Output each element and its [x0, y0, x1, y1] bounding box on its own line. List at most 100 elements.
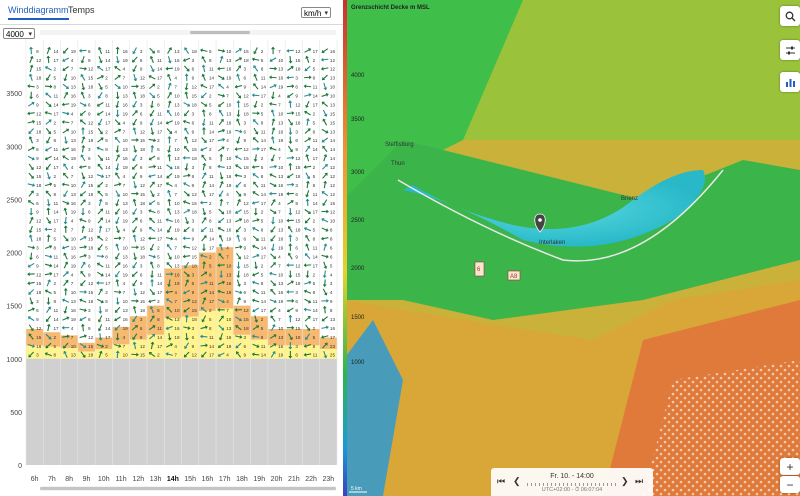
skip-forward-icon[interactable]: ⏭	[635, 476, 643, 487]
zoom-out-icon: −	[786, 477, 794, 492]
wind-arrow-icon	[44, 254, 53, 259]
settings-button[interactable]	[780, 40, 800, 60]
x-hour-label[interactable]: 15h	[184, 476, 196, 483]
wind-speed-label: 13	[71, 299, 77, 304]
wind-speed-label: 19	[174, 228, 180, 233]
wind-speed-label: 3	[295, 344, 298, 349]
wind-arrow-icon	[148, 74, 156, 80]
x-hour-label[interactable]: 17h	[219, 476, 231, 483]
x-hour-label[interactable]: 8h	[65, 476, 73, 483]
wind-speed-label: 6	[140, 219, 143, 224]
bottom-scrollbar[interactable]	[40, 486, 336, 491]
wind-arrow-icon	[132, 110, 138, 117]
wind-arrow-icon	[201, 189, 206, 198]
wind-arrow-icon	[63, 73, 68, 82]
wind-arrow-icon	[132, 91, 137, 99]
wind-speed-label: 6	[36, 308, 39, 313]
wind-speed-label: 11	[157, 272, 162, 277]
wind-arrow-icon	[217, 75, 225, 80]
step-forward-icon[interactable]: ❯	[621, 476, 629, 487]
wind-speed-label: 16	[278, 76, 284, 81]
wind-arrow-icon	[148, 299, 156, 304]
wind-arrow-icon	[131, 138, 139, 142]
wind-arrow-icon	[234, 245, 243, 249]
wind-arrow-icon	[63, 225, 68, 233]
wind-speed-label: 8	[209, 58, 212, 63]
alt-legend-label: 2000	[351, 266, 365, 272]
wind-arrow-icon	[251, 200, 260, 205]
wind-speed-label: 13	[123, 147, 129, 152]
wind-speed-label: 19	[278, 192, 284, 197]
wind-speed-label: 4	[123, 281, 126, 286]
wind-speed-label: 15	[330, 201, 336, 206]
wind-arrow-icon	[63, 190, 69, 198]
wind-speed-label: 15	[192, 308, 198, 313]
wind-speed-label: 11	[313, 138, 318, 143]
wind-speed-label: 18	[36, 76, 42, 81]
wind-speed-label: 14	[105, 58, 111, 63]
wind-speed-label: 10	[278, 326, 284, 331]
wind-arrow-icon	[269, 191, 277, 196]
wind-speed-label: 12	[330, 183, 336, 188]
wind-speed-label: 4	[123, 67, 126, 72]
x-hour-label[interactable]: 16h	[202, 476, 214, 483]
x-hour-label[interactable]: 9h	[83, 476, 91, 483]
x-hour-label[interactable]: 14h	[167, 476, 179, 483]
map-panel[interactable]: Grenzschicht Decke m MSL 4000 3500 3000 …	[343, 0, 800, 496]
wind-speed-label: 8	[53, 245, 56, 250]
x-hour-label[interactable]: 13h	[150, 476, 162, 483]
time-slider[interactable]	[527, 483, 617, 486]
tab-temps[interactable]: Temps	[68, 5, 95, 15]
altitude-select[interactable]: 4000 ▾	[3, 28, 35, 39]
wind-speed-label: 6	[244, 76, 247, 81]
scrollbar-thumb[interactable]	[40, 487, 336, 490]
wind-arrow-icon	[235, 226, 242, 233]
wind-speed-label: 18	[244, 165, 250, 170]
wind-speed-label: 18	[88, 299, 94, 304]
x-hour-label[interactable]: 19h	[253, 476, 265, 483]
search-button[interactable]	[780, 6, 800, 26]
wind-speed-label: 18	[295, 335, 301, 340]
zoom-in-button[interactable]: +	[780, 458, 800, 475]
wind-arrow-icon	[115, 199, 120, 207]
wind-arrow-icon	[201, 109, 206, 117]
zoom-out-button[interactable]: −	[780, 476, 800, 493]
wind-arrow-icon	[27, 183, 36, 187]
wind-arrow-icon	[132, 172, 138, 180]
unit-select[interactable]: km/h ▾	[301, 7, 331, 18]
wind-speed-label: 4	[174, 344, 177, 349]
wind-speed-label: 9	[36, 317, 39, 322]
y-tick-label: 1500	[6, 304, 22, 311]
x-hour-label[interactable]: 7h	[48, 476, 56, 483]
wind-speed-label: 17	[261, 201, 267, 206]
x-hour-label[interactable]: 12h	[132, 476, 144, 483]
x-hour-label[interactable]: 20h	[271, 476, 283, 483]
wind-speed-label: 4	[278, 201, 281, 206]
wind-speed-label: 11	[157, 165, 162, 170]
x-hour-label[interactable]: 11h	[115, 476, 126, 483]
x-hour-label[interactable]: 22h	[305, 476, 317, 483]
terrain-map[interactable]: Grenzschicht Decke m MSL 4000 3500 3000 …	[343, 0, 800, 496]
wind-speed-label: 18	[88, 245, 94, 250]
wind-arrow-icon	[61, 182, 70, 187]
wind-speed-label: 15	[192, 147, 198, 152]
scrollbar-thumb[interactable]	[190, 31, 250, 34]
x-hour-label[interactable]: 6h	[31, 476, 39, 483]
x-hour-label[interactable]: 10h	[98, 476, 110, 483]
wind-arrow-icon	[27, 316, 35, 322]
wind-arrow-icon	[305, 198, 310, 207]
wind-speed-label: 6	[330, 245, 333, 250]
chart-button[interactable]	[780, 72, 800, 92]
wind-arrow-icon	[98, 225, 103, 233]
x-hour-label[interactable]: 21h	[288, 476, 300, 483]
wind-speed-label: 17	[53, 326, 59, 331]
x-hour-label[interactable]: 23h	[323, 476, 335, 483]
wind-arrow-icon	[322, 305, 327, 314]
wind-arrow-icon	[303, 226, 312, 232]
tab-winddiagramm[interactable]: Winddiagramm	[8, 5, 69, 20]
wind-arrow-icon	[218, 146, 225, 152]
x-hour-label[interactable]: 18h	[236, 476, 248, 483]
wind-arrow-icon	[253, 181, 259, 188]
top-scrollbar[interactable]	[40, 30, 336, 35]
wind-speed-label: 9	[36, 263, 39, 268]
